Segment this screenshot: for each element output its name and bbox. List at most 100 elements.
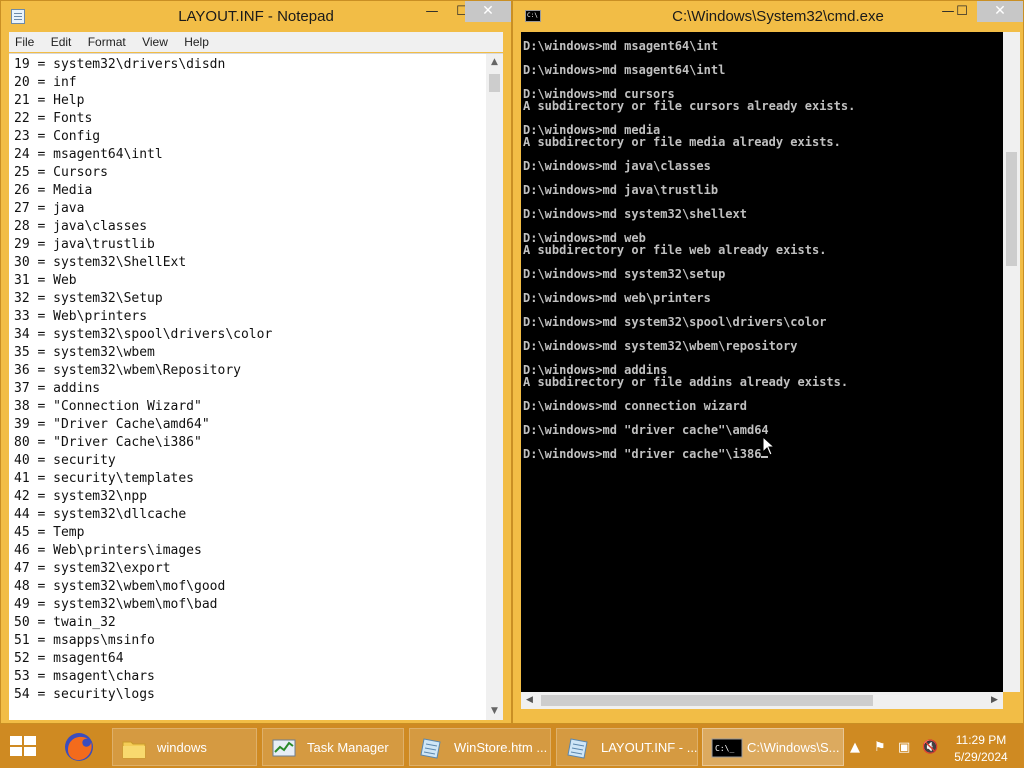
taskbar-item-task-manager[interactable]: Task Manager [262, 728, 404, 766]
scroll-down-arrow-icon[interactable]: ▼ [486, 703, 503, 720]
clock-time: 11:29 PM [955, 733, 1007, 747]
notepad-line: 40 = security [14, 453, 116, 468]
notepad-menubar: File Edit Format View Help [9, 32, 503, 52]
taskbar-label: LAYOUT.INF - ... [601, 740, 698, 755]
notepad-line: 45 = Temp [14, 525, 85, 540]
menu-view[interactable]: View [142, 32, 168, 52]
notepad-titlebar[interactable]: LAYOUT.INF - Notepad — ☐ ✕ [1, 1, 511, 32]
scroll-right-arrow-icon[interactable]: ▶ [986, 692, 1003, 709]
notepad-line: 19 = system32\drivers\disdn [14, 57, 226, 72]
cmd-horizontal-scrollbar[interactable]: ◀ ▶ [521, 692, 1003, 709]
notepad-line: 42 = system32\npp [14, 489, 148, 504]
notepad-line: 21 = Help [14, 93, 85, 108]
taskbar-item-windows-folder[interactable]: windows [112, 728, 257, 766]
taskbar-label: WinStore.htm ... [454, 740, 548, 755]
taskbar-label: windows [157, 740, 207, 755]
taskbar: windows Task Manager WinStore.htm ... LA… [0, 724, 1024, 768]
cmd-line: D:\windows>md web\printers [523, 291, 711, 305]
notepad-text[interactable]: 19 = system32\drivers\disdn 20 = inf 21 = … [14, 56, 484, 718]
cmd-vertical-scrollbar[interactable] [1003, 32, 1020, 692]
text-cursor [761, 456, 769, 458]
notepad-line: 24 = msagent64\intl [14, 147, 163, 162]
svg-text:C:\_: C:\_ [715, 744, 734, 753]
cmd-line: D:\windows>md system32\setup [523, 267, 726, 281]
cmd-window[interactable]: C:\ C:\Windows\System32\cmd.exe — ☐ ✕ D:… [512, 0, 1024, 724]
taskbar-label: Task Manager [307, 740, 389, 755]
notepad-line: 49 = system32\wbem\mof\bad [14, 597, 218, 612]
scroll-left-arrow-icon[interactable]: ◀ [521, 692, 538, 709]
notepad-line: 23 = Config [14, 129, 101, 144]
cmd-console[interactable]: D:\windows>md msagent64\int D:\windows>md… [521, 32, 1003, 692]
cmd-maximize-button[interactable]: ☐ [945, 1, 979, 22]
cmd-close-button[interactable]: ✕ [977, 1, 1023, 22]
notepad-line: 44 = system32\dllcache [14, 507, 187, 522]
cmd-line: A subdirectory or file addins already ex… [523, 375, 849, 389]
menu-format[interactable]: Format [88, 32, 126, 52]
notepad-close-button[interactable]: ✕ [465, 1, 511, 22]
notepad-line: 34 = system32\spool\drivers\color [14, 327, 273, 342]
cmd-icon: C:\_ [711, 738, 743, 758]
notepad-line: 35 = system32\wbem [14, 345, 155, 360]
notepad-line: 50 = twain_32 [14, 615, 116, 630]
cmd-line: D:\windows>md system32\shellext [523, 207, 747, 221]
volume-icon[interactable]: 🔇 [922, 740, 938, 755]
chevron-up-icon[interactable]: ▲ [850, 740, 860, 755]
notepad-window[interactable]: LAYOUT.INF - Notepad — ☐ ✕ File Edit For… [0, 0, 512, 724]
cmd-output[interactable]: D:\windows>md msagent64\int D:\windows>md… [523, 40, 1003, 460]
cmd-line: D:\windows>md java\classes [523, 159, 711, 173]
taskbar-item-cmd[interactable]: C:\_ C:\Windows\S... [702, 728, 844, 766]
scroll-up-arrow-icon[interactable]: ▲ [486, 54, 503, 71]
notepad-icon [567, 738, 588, 759]
cmd-vscroll-thumb[interactable] [1006, 152, 1017, 266]
menu-file[interactable]: File [15, 32, 34, 52]
taskbar-item-layout-inf[interactable]: LAYOUT.INF - ... [556, 728, 698, 766]
cmd-line: D:\windows>md msagent64\int [523, 39, 719, 53]
notepad-line: 46 = Web\printers\images [14, 543, 202, 558]
folder-icon [122, 741, 146, 759]
notepad-line: 33 = Web\printers [14, 309, 148, 324]
notepad-minimize-button[interactable]: — [415, 1, 449, 22]
cmd-line: D:\windows>md system32\spool\drivers\col… [523, 315, 827, 329]
firefox-icon[interactable] [62, 730, 96, 764]
task-manager-icon [272, 739, 296, 757]
notepad-line: 26 = Media [14, 183, 93, 198]
notepad-line: 38 = "Connection Wizard" [14, 399, 202, 414]
cmd-titlebar[interactable]: C:\ C:\Windows\System32\cmd.exe — ☐ ✕ [513, 1, 1023, 32]
cmd-line: D:\windows>md connection wizard [523, 399, 747, 413]
flag-icon[interactable]: ⚑ [874, 740, 886, 755]
notepad-line: 29 = java\trustlib [14, 237, 155, 252]
notepad-line: 32 = system32\Setup [14, 291, 163, 306]
notepad-line: 54 = security\logs [14, 687, 155, 702]
windows-start-icon[interactable] [8, 734, 38, 758]
notepad-line: 28 = java\classes [14, 219, 148, 234]
notepad-line: 53 = msagent\chars [14, 669, 155, 684]
cmd-line: A subdirectory or file cursors already e… [523, 99, 856, 113]
network-icon[interactable]: ▣ [898, 740, 910, 755]
notepad-scroll-thumb[interactable] [489, 74, 500, 92]
menu-help[interactable]: Help [184, 32, 209, 52]
taskbar-item-winstore[interactable]: WinStore.htm ... [409, 728, 551, 766]
notepad-line: 20 = inf [14, 75, 77, 90]
notepad-line: 22 = Fonts [14, 111, 93, 126]
notepad-line: 48 = system32\wbem\mof\good [14, 579, 226, 594]
cmd-line: D:\windows>md msagent64\intl [523, 63, 726, 77]
notepad-line: 80 = "Driver Cache\i386" [14, 435, 202, 450]
taskbar-clock[interactable]: 11:29 PM 5/29/2024 [948, 732, 1014, 766]
cmd-line: A subdirectory or file media already exi… [523, 135, 841, 149]
menu-edit[interactable]: Edit [51, 32, 72, 52]
cmd-line: D:\windows>md system32\wbem\repository [523, 339, 798, 353]
notepad-line: 52 = msagent64 [14, 651, 124, 666]
notepad-line: 37 = addins [14, 381, 101, 396]
notepad-vertical-scrollbar[interactable]: ▲ ▼ [486, 54, 503, 720]
notepad-edit-area[interactable]: 19 = system32\drivers\disdn 20 = inf 21 = … [9, 53, 503, 720]
notepad-line: 47 = system32\export [14, 561, 171, 576]
cmd-line: A subdirectory or file web already exist… [523, 243, 827, 257]
cmd-hscroll-thumb[interactable] [541, 695, 873, 706]
notepad-line: 36 = system32\wbem\Repository [14, 363, 241, 378]
cmd-line: D:\windows>md "driver cache"\amd64 [523, 423, 769, 437]
notepad-line: 51 = msapps\msinfo [14, 633, 155, 648]
notepad-line: 25 = Cursors [14, 165, 108, 180]
mouse-pointer-icon [762, 436, 776, 456]
taskbar-label: C:\Windows\S... [747, 740, 840, 755]
notepad-line: 41 = security\templates [14, 471, 195, 486]
